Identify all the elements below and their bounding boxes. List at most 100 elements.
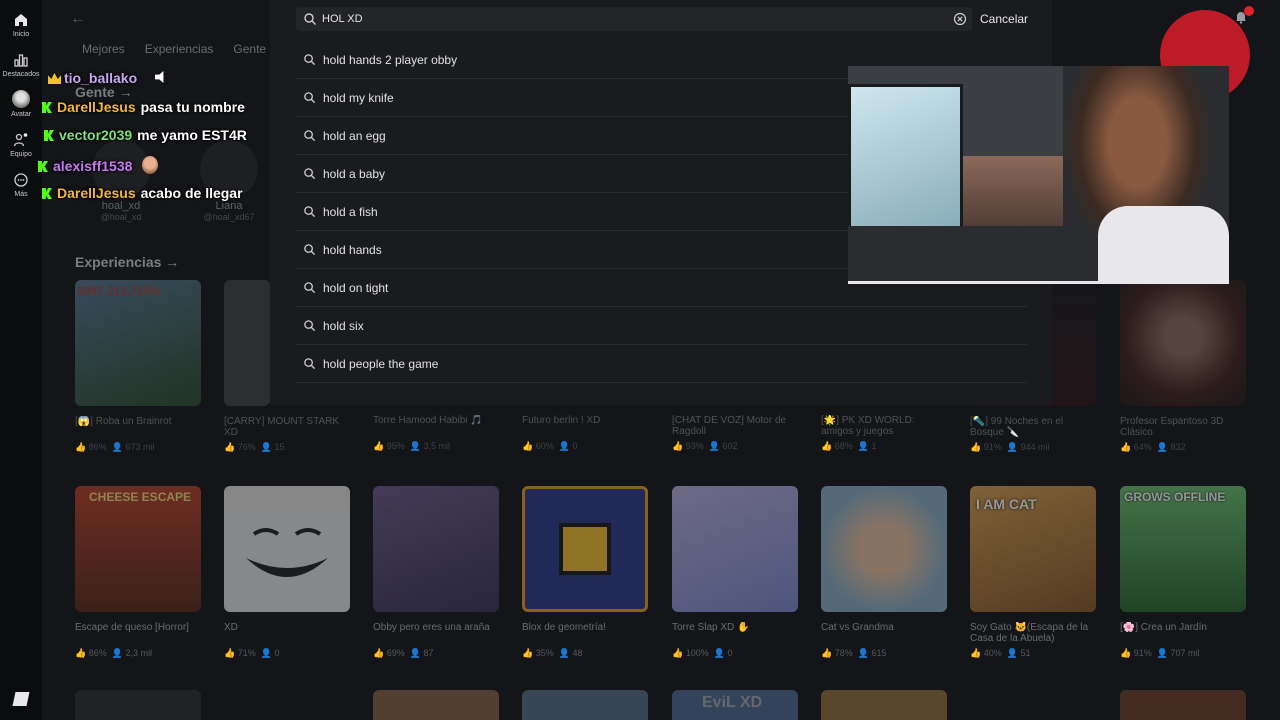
- experience-tile[interactable]: Cat vs Grandma 👍 78% 👤 615: [821, 486, 947, 659]
- roblox-logo-icon[interactable]: [12, 692, 30, 706]
- experience-thumbnail: [821, 486, 947, 612]
- experience-tile[interactable]: [75, 690, 201, 720]
- more-icon: [14, 173, 28, 187]
- players: 48: [572, 648, 583, 658]
- person-card[interactable]: Liana @hoal_xd67: [179, 140, 279, 222]
- thumbnail-overlay-text: $997,213,719/s: [77, 284, 161, 298]
- rating: 91%: [1133, 648, 1152, 658]
- chat-message: DarellJesus acabo de llegar: [42, 185, 243, 201]
- players: 832: [1170, 442, 1186, 452]
- back-arrow-icon[interactable]: ←: [70, 10, 86, 28]
- left-rail: Inicio Destacados Avatar Equipo Más: [0, 0, 42, 720]
- chat-message: tio_ballako: [48, 70, 169, 86]
- rail-label-featured: Destacados: [2, 71, 40, 78]
- experience-thumbnail: I AM CAT: [970, 486, 1096, 612]
- rating: 40%: [983, 648, 1002, 658]
- chat-username: vector2039: [59, 127, 133, 143]
- group-icon: [13, 133, 28, 147]
- kick-badge-icon: [42, 102, 52, 113]
- rail-item-avatar[interactable]: Avatar: [0, 90, 42, 118]
- suggestion-text: hold a fish: [323, 204, 378, 219]
- clear-search-icon[interactable]: [953, 12, 967, 26]
- search-suggestion[interactable]: hold people the game: [296, 345, 1027, 383]
- person-card[interactable]: hoal_xd @hoal_xd: [71, 140, 171, 222]
- experience-stats: 👍 86% 👤 673 mil: [75, 442, 155, 452]
- experience-tile[interactable]: Torre Hamood Habibi 🎵 👍 95% 👤 3,5 mil: [373, 405, 499, 452]
- experience-stats: 👍 78% 👤 615: [821, 648, 887, 658]
- suggestion-text: hold people the game: [323, 356, 439, 371]
- experience-tile[interactable]: [522, 690, 648, 720]
- players: 0: [274, 648, 280, 658]
- experience-title: Torre Hamood Habibi 🎵: [373, 415, 483, 426]
- experience-tile[interactable]: Torre Slap XD ✋ 👍 100% 👤 0: [672, 486, 798, 659]
- tab-best[interactable]: Mejores: [82, 42, 125, 56]
- search-icon: [304, 206, 316, 218]
- experiences-heading[interactable]: Experiencias →: [75, 254, 179, 270]
- rail-item-featured[interactable]: Destacados: [0, 52, 42, 78]
- experience-title: Escape de queso [Horror]: [75, 622, 189, 633]
- person-name: hoal_xd: [101, 200, 141, 212]
- experience-tile[interactable]: [821, 690, 947, 720]
- experience-stats: 👍 68% 👤 1: [821, 441, 877, 451]
- players: 707 mil: [1170, 648, 1200, 658]
- rail-item-group[interactable]: Equipo: [0, 132, 42, 158]
- notification-badge: [1244, 6, 1254, 16]
- rail-item-more[interactable]: Más: [0, 172, 42, 198]
- experience-title: [🌟] PK XD WORLD: amigos y juegos: [821, 415, 915, 437]
- rating: 68%: [834, 441, 853, 451]
- experience-stats: 👍 93% 👤 602: [672, 441, 738, 451]
- experience-title: Futuro berlin ! XD: [522, 415, 601, 426]
- experience-tile[interactable]: Blox de geometría! 👍 35% 👤 48: [522, 486, 648, 659]
- experience-stats: 👍 86% 👤 2,3 mil: [75, 648, 152, 658]
- rail-label-more: Más: [14, 191, 28, 198]
- suggestion-text: hold an egg: [323, 128, 386, 143]
- experience-title: Cat vs Grandma: [821, 622, 894, 633]
- rating: 91%: [983, 442, 1002, 452]
- experience-tile[interactable]: Obby pero eres una araña 👍 69% 👤 87: [373, 486, 499, 659]
- thumbnail-overlay-text: EviL XD: [702, 694, 763, 711]
- experience-title: [😱] Roba un Brainrot: [75, 416, 172, 427]
- rating: 93%: [685, 441, 704, 451]
- experience-tile[interactable]: [🌟] PK XD WORLD: amigos y juegos 👍 68% 👤…: [821, 405, 947, 452]
- rating: 60%: [535, 441, 554, 451]
- experience-tile[interactable]: EviL XD: [672, 690, 798, 720]
- rail-label-group: Equipo: [10, 151, 32, 158]
- experience-tile[interactable]: [373, 690, 499, 720]
- experience-tile[interactable]: Profesor Espantoso 3D Clásico 👍 64% 👤 83…: [1120, 280, 1246, 453]
- experience-tile[interactable]: XD 👍 71% 👤 0: [224, 486, 350, 659]
- experience-tile[interactable]: [CHAT DE VOZ] Motor de Ragdoll 👍 93% 👤 6…: [672, 405, 798, 452]
- suggestion-text: hold my knife: [323, 90, 394, 105]
- search-icon: [304, 282, 316, 294]
- experience-stats: 👍 91% 👤 707 mil: [1120, 648, 1200, 658]
- experience-tile[interactable]: $997,213,719/s [😱] Roba un Brainrot 👍 86…: [75, 280, 201, 453]
- experience-tile[interactable]: [1120, 690, 1246, 720]
- emote-icon: [142, 156, 159, 174]
- experience-stats: 👍 69% 👤 87: [373, 648, 434, 658]
- experience-thumbnail: [373, 486, 499, 612]
- rail-item-home[interactable]: Inicio: [0, 12, 42, 38]
- experience-stats: 👍 40% 👤 51: [970, 648, 1031, 658]
- person-username: @hoal_xd67: [203, 212, 255, 222]
- experience-tile[interactable]: GROWS OFFLINE [🌸] Crea un Jardín 👍 91% 👤…: [1120, 486, 1246, 659]
- tab-people[interactable]: Gente: [233, 42, 266, 56]
- experience-tile[interactable]: Futuro berlin ! XD 👍 60% 👤 0: [522, 405, 648, 452]
- cancel-button[interactable]: Cancelar: [980, 12, 1028, 26]
- chat-message: alexisff1538: [38, 156, 159, 174]
- suggestion-text: hold six: [323, 318, 364, 333]
- experience-title: Soy Gato 🐱(Escapa de la Casa de la Abuel…: [970, 622, 1089, 644]
- search-suggestion[interactable]: hold six: [296, 307, 1027, 345]
- experience-tile[interactable]: CHEESE ESCAPE Escape de queso [Horror] 👍…: [75, 486, 201, 659]
- experience-thumbnail: [522, 486, 648, 612]
- experience-thumbnail: [522, 690, 648, 720]
- search-input[interactable]: [322, 10, 942, 28]
- tab-experiences[interactable]: Experiencias: [145, 42, 214, 56]
- search-bar[interactable]: [296, 7, 972, 31]
- players: 673 mil: [125, 442, 155, 452]
- experience-thumbnail: GROWS OFFLINE: [1120, 486, 1246, 612]
- experience-tile[interactable]: I AM CAT Soy Gato 🐱(Escapa de la Casa de…: [970, 486, 1096, 659]
- webcam-overlay: [848, 66, 1229, 284]
- experience-stats: 👍 91% 👤 944 mil: [970, 442, 1050, 452]
- players: 0: [572, 441, 578, 451]
- experience-thumbnail: [672, 486, 798, 612]
- people-heading[interactable]: Gente →: [75, 84, 133, 100]
